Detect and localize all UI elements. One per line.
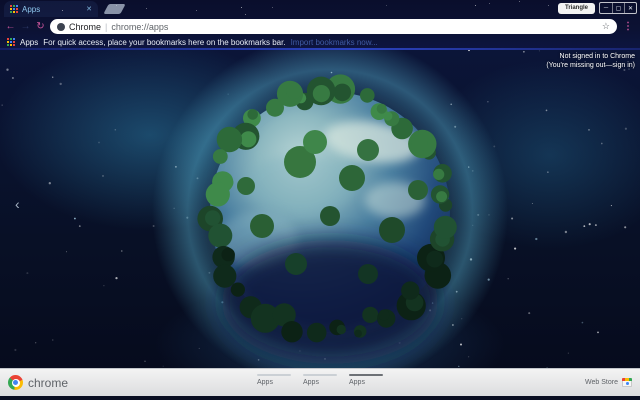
bottom-edge	[0, 396, 640, 400]
web-store-link[interactable]: Web Store	[585, 378, 632, 387]
omnibox-url[interactable]: chrome://apps	[111, 22, 168, 32]
profile-button[interactable]: Triangle	[557, 2, 595, 14]
apps-grid-icon	[7, 38, 15, 46]
browser-window: Apps ✕ Triangle ─ ▢ ✕ ← → ↻ Chrome | chr…	[0, 0, 640, 400]
browser-chrome-frame: Apps ✕ Triangle ─ ▢ ✕ ← → ↻ Chrome | chr…	[0, 0, 640, 50]
apps-grid-favicon-icon	[10, 5, 18, 13]
previous-page-chevron-icon[interactable]: ‹	[15, 197, 20, 211]
chrome-wordmark: chrome	[28, 375, 69, 390]
planet-wallpaper	[0, 50, 640, 368]
import-bookmarks-link[interactable]: Import bookmarks now...	[291, 38, 378, 47]
pagination-item[interactable]: Apps	[303, 374, 337, 386]
bookmarks-apps-shortcut[interactable]: Apps	[20, 38, 38, 47]
bookmarks-hint-text: For quick access, place your bookmarks h…	[43, 37, 286, 47]
pagination-line	[349, 374, 383, 376]
app-launcher-bar: chrome Apps Apps Apps Web Store	[0, 368, 640, 396]
address-bar[interactable]: Chrome | chrome://apps ☆	[50, 19, 617, 34]
bookmark-star-icon[interactable]: ☆	[602, 21, 610, 32]
browser-menu-icon[interactable]: ⋮	[621, 21, 635, 32]
tab-close-icon[interactable]: ✕	[86, 5, 92, 13]
web-store-label: Web Store	[585, 379, 618, 386]
toolbar: ← → ↻ Chrome | chrome://apps ☆ ⋮	[0, 17, 640, 36]
omnibox-site-name: Chrome	[69, 21, 102, 32]
minimize-button[interactable]: ─	[600, 3, 612, 13]
maximize-button[interactable]: ▢	[612, 3, 624, 13]
close-button[interactable]: ✕	[624, 3, 636, 13]
apps-pagination: Apps Apps Apps	[257, 374, 383, 386]
pagination-item[interactable]: Apps	[257, 374, 291, 386]
pagination-line	[303, 374, 337, 376]
pagination-item[interactable]: Apps	[349, 374, 383, 386]
chrome-logo-icon	[8, 375, 23, 390]
chrome-brand: chrome	[8, 375, 68, 390]
signin-notice: Not signed in to Chrome (You're missing …	[546, 52, 635, 70]
reload-icon[interactable]: ↻	[35, 21, 46, 32]
pagination-label: Apps	[303, 379, 319, 386]
forward-icon[interactable]: →	[20, 21, 31, 32]
new-tab-page: Not signed in to Chrome (You're missing …	[0, 50, 640, 368]
bookmarks-bar: Apps For quick access, place your bookma…	[0, 36, 640, 48]
signin-line1: Not signed in to Chrome	[559, 53, 635, 60]
tab-strip: Apps ✕ Triangle ─ ▢ ✕	[0, 0, 640, 17]
omnibox-separator: |	[105, 21, 108, 32]
web-store-icon	[622, 378, 632, 387]
titlebar-controls: Triangle ─ ▢ ✕	[557, 2, 637, 14]
pagination-line	[257, 374, 291, 376]
tab-label: Apps	[22, 4, 41, 14]
signin-link[interactable]: (You're missing out—sign in)	[546, 61, 635, 70]
page-info-icon[interactable]	[57, 22, 65, 31]
new-tab-button[interactable]	[103, 4, 126, 14]
window-controls: ─ ▢ ✕	[599, 2, 637, 14]
back-icon[interactable]: ←	[5, 21, 16, 32]
pagination-label: Apps	[257, 379, 273, 386]
tab-apps[interactable]: Apps ✕	[4, 1, 98, 17]
pagination-label: Apps	[349, 379, 365, 386]
